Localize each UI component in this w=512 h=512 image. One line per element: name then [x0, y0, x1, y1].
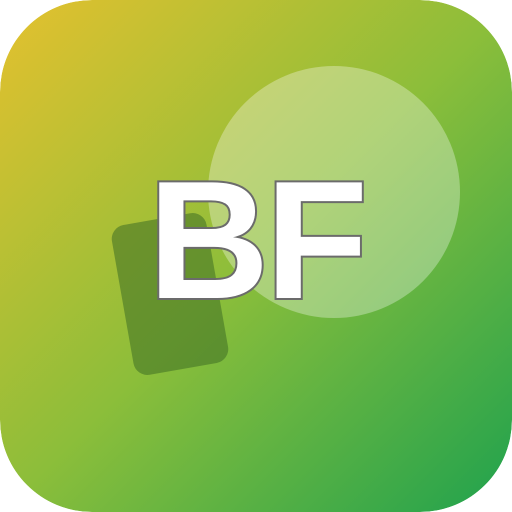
icon-monogram: BF [148, 146, 364, 334]
app-icon-graphic: BF [0, 0, 512, 512]
app-icon[interactable]: BF [0, 0, 512, 512]
